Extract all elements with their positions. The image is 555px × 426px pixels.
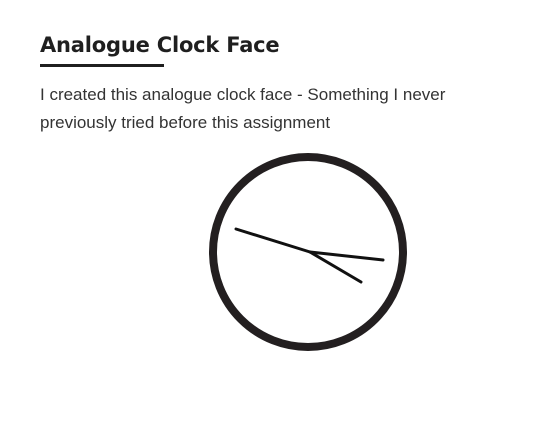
article-description: I created this analogue clock face - Som… [40,85,446,132]
analogue-clock [206,150,410,354]
clock-svg [209,153,407,351]
article-title: Analogue Clock Face [40,33,280,57]
article-section: Analogue Clock Face I created this analo… [40,30,520,137]
title-underline [40,64,164,67]
